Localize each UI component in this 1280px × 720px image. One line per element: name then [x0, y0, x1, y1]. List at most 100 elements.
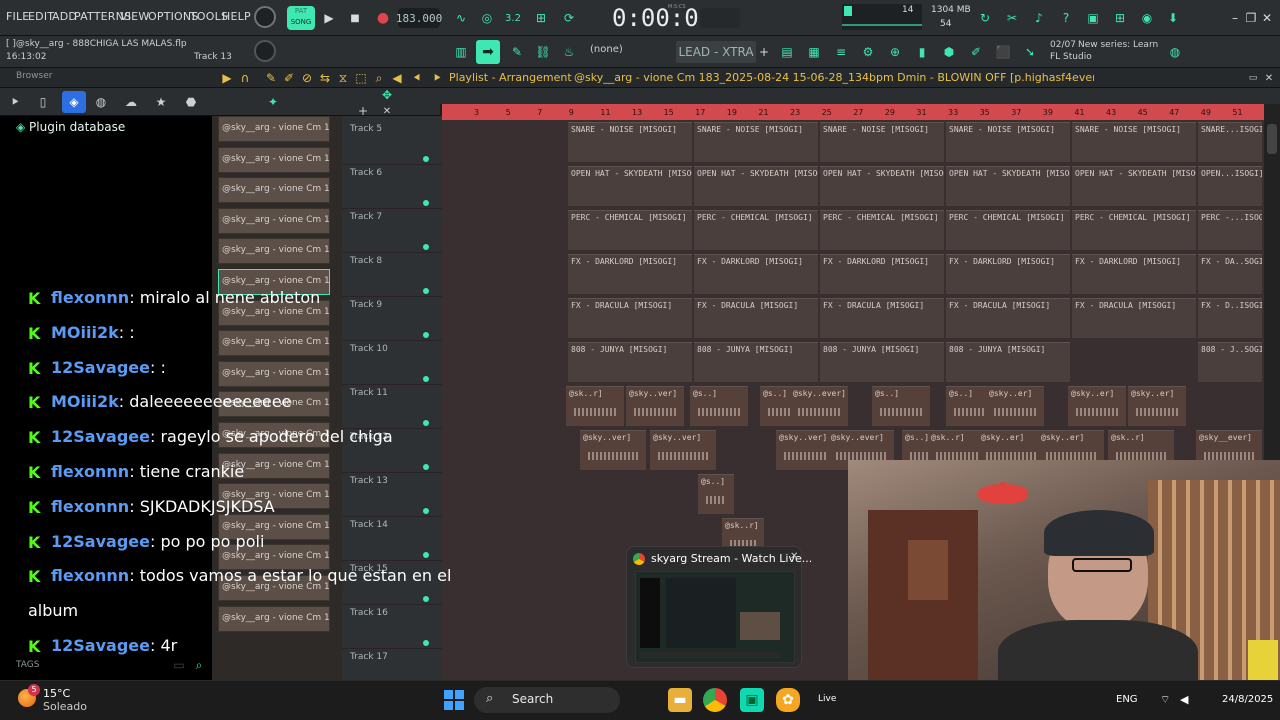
audio-clip[interactable]: @sk..r]: [566, 386, 624, 426]
pattern-clip[interactable]: FX - DARKLORD [MISOGI]: [946, 254, 1070, 294]
channel-button[interactable]: @sky__arg - vione Cm 18..: [218, 207, 330, 234]
volume-icon[interactable]: ◀: [1180, 693, 1188, 706]
pattern-clip[interactable]: 808 - J..SOGI]: [1198, 342, 1262, 382]
track-mute-dot[interactable]: [423, 200, 429, 206]
audio-clip[interactable]: @sky..ver]: [580, 430, 646, 470]
refresh-icon[interactable]: ↻: [976, 9, 994, 27]
pattern-clip[interactable]: SNARE...ISOGI]: [1198, 122, 1262, 162]
chat-username[interactable]: MOiii2k: [51, 323, 119, 342]
cloud-icon[interactable]: ☁: [122, 93, 140, 111]
add-icon[interactable]: +: [755, 43, 773, 61]
stop-icon[interactable]: ■: [346, 9, 364, 27]
metronome-icon[interactable]: ∿: [452, 9, 470, 27]
chat-username[interactable]: flexonnn: [51, 497, 129, 516]
track-mute-dot[interactable]: [423, 244, 429, 250]
folder-icon[interactable]: ▭: [170, 656, 188, 674]
close-icon[interactable]: ✕: [1258, 9, 1276, 27]
pin-icon[interactable]: ⬢: [940, 43, 958, 61]
pattern-clip[interactable]: FX - DARKLORD [MISOGI]: [568, 254, 692, 294]
chat-username[interactable]: MOiii2k: [51, 392, 119, 411]
preset-select[interactable]: LEAD - XTRA: [676, 41, 756, 63]
pattern-clip[interactable]: 808 - JUNYA [MISOGI]: [946, 342, 1070, 382]
doc-icon[interactable]: ▮: [913, 43, 931, 61]
pattern-clip[interactable]: 808 - JUNYA [MISOGI]: [568, 342, 692, 382]
track-mute-dot[interactable]: [423, 420, 429, 426]
pattern-clip[interactable]: FX - DRACULA [MISOGI]: [568, 298, 692, 338]
pattern-clip[interactable]: PERC - CHEMICAL [MISOGI]: [694, 210, 818, 250]
track-mute-dot[interactable]: [423, 508, 429, 514]
plugin-icon[interactable]: ⚙: [859, 43, 877, 61]
chat-username[interactable]: flexonnn: [51, 462, 129, 481]
pattern-clip[interactable]: FX - DA..SOGI]: [1198, 254, 1262, 294]
track-name[interactable]: Track 6: [350, 168, 382, 178]
channel-button[interactable]: @sky__arg - vione Cm 18..: [218, 116, 330, 142]
audio-clip[interactable]: @s..]: [698, 474, 734, 514]
pattern-clip[interactable]: SNARE - NOISE [MISOGI]: [694, 122, 818, 162]
menu-help[interactable]: HELP: [222, 10, 251, 23]
track-name[interactable]: Track 11: [350, 388, 388, 398]
track-name[interactable]: Track 17: [350, 652, 388, 662]
playlist-icon[interactable]: ▤: [778, 43, 796, 61]
track-mute-dot[interactable]: [423, 288, 429, 294]
pattern-clip[interactable]: PERC -...ISOGI]: [1198, 210, 1262, 250]
tree-icon[interactable]: ⊕: [886, 43, 904, 61]
snap-select[interactable]: (none): [590, 44, 623, 55]
news-text[interactable]: New series: Learn: [1078, 40, 1158, 50]
record-icon[interactable]: ●: [374, 9, 392, 27]
system-date[interactable]: 24/8/2025: [1222, 694, 1273, 705]
zoom-icon[interactable]: ⌕: [370, 69, 388, 87]
tempo-display[interactable]: 183.000: [396, 8, 442, 28]
magnet-icon[interactable]: ∩: [236, 69, 254, 87]
slice-icon[interactable]: ⧖: [334, 69, 352, 87]
pattern-clip[interactable]: OPEN HAT - SKYDEATH [MISOGI]: [820, 166, 944, 206]
link-icon[interactable]: ⛓: [534, 43, 552, 61]
pattern-clip[interactable]: FX - DRACULA [MISOGI]: [946, 298, 1070, 338]
playlist-close-icon[interactable]: ✕: [1260, 69, 1278, 87]
pattern-clip[interactable]: SNARE - NOISE [MISOGI]: [946, 122, 1070, 162]
audio-clip[interactable]: @sky..ever]: [790, 386, 848, 426]
slip-icon[interactable]: ⇆: [316, 69, 334, 87]
chat-username[interactable]: 12Savagee: [51, 358, 150, 377]
pencil-icon[interactable]: ✎: [262, 69, 280, 87]
track-mute-dot[interactable]: [423, 640, 429, 646]
pattern-clip[interactable]: SNARE - NOISE [MISOGI]: [820, 122, 944, 162]
pattern-clip[interactable]: 808 - JUNYA [MISOGI]: [820, 342, 944, 382]
chat-username[interactable]: flexonnn: [51, 288, 129, 307]
track-mute-dot[interactable]: [423, 156, 429, 162]
mixer-view-icon[interactable]: ≡: [832, 43, 850, 61]
taskbar-search[interactable]: ⌕ Search: [474, 687, 620, 713]
audio-clip[interactable]: @sky..er]: [986, 386, 1044, 426]
pattern-clip[interactable]: 808 - JUNYA [MISOGI]: [694, 342, 818, 382]
pattern-clip[interactable]: SNARE - NOISE [MISOGI]: [568, 122, 692, 162]
track-name[interactable]: Track 5: [350, 124, 382, 134]
language-label[interactable]: ENG: [1116, 694, 1138, 705]
stamp-icon[interactable]: ♨: [560, 43, 578, 61]
song-time[interactable]: 0:00:00: [612, 4, 713, 32]
master-volume-knob[interactable]: [254, 6, 276, 28]
channel-button[interactable]: @sky__arg - vione Cm 18..: [218, 605, 330, 632]
brush-icon[interactable]: ✐: [967, 43, 985, 61]
paint-icon[interactable]: ✐: [280, 69, 298, 87]
windows-start-icon[interactable]: [444, 690, 464, 710]
channel-button[interactable]: @sky__arg - vione Cm 18..: [218, 146, 330, 173]
master-pitch-knob[interactable]: [254, 40, 276, 62]
chat-username[interactable]: 12Savagee: [51, 532, 150, 551]
pattern-clip[interactable]: SNARE - NOISE [MISOGI]: [1072, 122, 1196, 162]
audio-clip[interactable]: @sky..er]: [1068, 386, 1126, 426]
draw-icon[interactable]: ✎: [508, 43, 526, 61]
playlist-pattern[interactable]: @sky__arg - vione Cm 183_2025-08-24 15-0…: [574, 71, 1094, 84]
pattern-clip[interactable]: FX - D..ISOGI]: [1198, 298, 1262, 338]
pattern-clip[interactable]: PERC - CHEMICAL [MISOGI]: [946, 210, 1070, 250]
blend-notes-icon[interactable]: ⊞: [532, 9, 550, 27]
track-mute-dot[interactable]: [423, 596, 429, 602]
pattern-clip[interactable]: OPEN HAT - SKYDEATH [MISOGI]: [946, 166, 1070, 206]
channel-button[interactable]: @sky__arg - vione Cm 18..: [218, 238, 330, 265]
track-name[interactable]: Track 16: [350, 608, 388, 618]
news-text2[interactable]: FL Studio: [1050, 52, 1092, 62]
arrow-icon[interactable]: ➡: [476, 40, 500, 64]
pattern-clip[interactable]: FX - DRACULA [MISOGI]: [820, 298, 944, 338]
tag-search-icon[interactable]: ⌕: [190, 656, 208, 674]
browser-world-icon[interactable]: ◍: [92, 93, 110, 111]
plugin-database-item[interactable]: ◈ Plugin database: [16, 120, 125, 134]
scissors-icon[interactable]: ✂: [1003, 9, 1021, 27]
